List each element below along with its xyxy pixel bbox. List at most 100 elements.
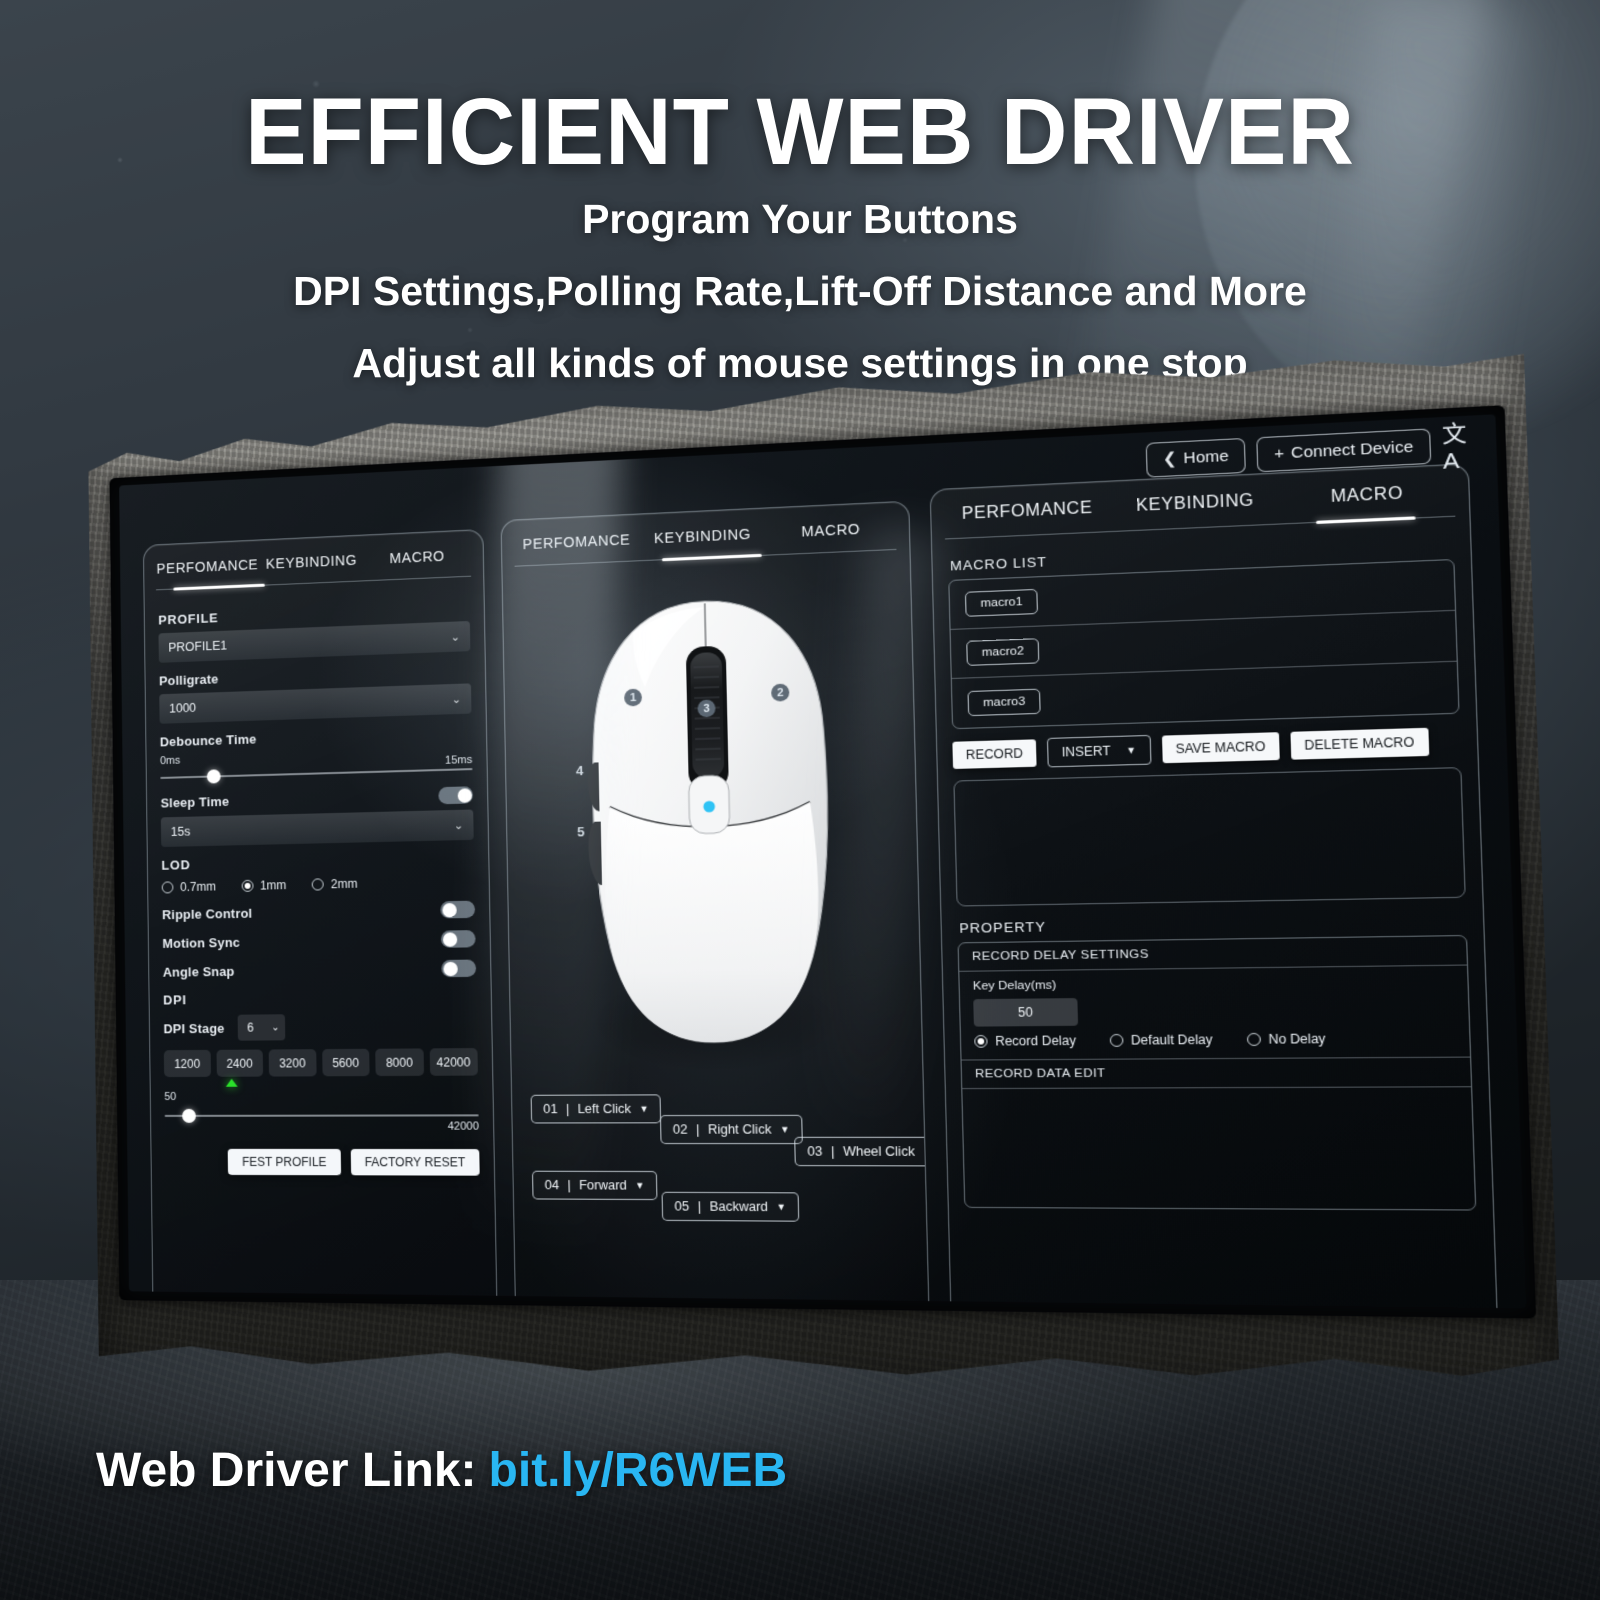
dpi-stage-select[interactable]: 6 ⌄ bbox=[238, 1014, 286, 1041]
record-delay-option[interactable]: Record Delay bbox=[974, 1033, 1076, 1049]
binding-sep: | bbox=[695, 1122, 700, 1137]
lod-option-0-7mm-label: 0.7mm bbox=[180, 879, 217, 895]
default-delay-option[interactable]: Default Delay bbox=[1109, 1032, 1213, 1048]
save-macro-button[interactable]: SAVE MACRO bbox=[1161, 732, 1280, 764]
chevron-down-icon: ⌄ bbox=[271, 1021, 280, 1033]
binding-chip-04[interactable]: 04 | Forward ▼ bbox=[531, 1170, 658, 1201]
radio-icon bbox=[241, 879, 254, 892]
chevron-down-icon: ▼ bbox=[639, 1103, 649, 1115]
binding-chip-02-id: 02 bbox=[672, 1122, 688, 1137]
polligrate-select[interactable]: 1000 ⌄ bbox=[159, 683, 472, 724]
motion-sync-label: Motion Sync bbox=[162, 934, 241, 951]
performance-action-row: FEST PROFILE FACTORY RESET bbox=[165, 1148, 480, 1176]
default-delay-label: Default Delay bbox=[1130, 1032, 1213, 1048]
motion-sync-toggle[interactable] bbox=[440, 930, 476, 948]
debounce-time-label: Debounce Time bbox=[159, 731, 257, 750]
binding-chip-01-id: 01 bbox=[543, 1101, 558, 1117]
no-delay-option[interactable]: No Delay bbox=[1246, 1031, 1326, 1047]
binding-sep: | bbox=[565, 1101, 570, 1117]
dpi-stage-row: DPI Stage 6 ⌄ bbox=[163, 1012, 477, 1041]
dpi-active-marker-icon bbox=[225, 1078, 238, 1087]
binding-sep: | bbox=[697, 1199, 702, 1214]
no-delay-label: No Delay bbox=[1268, 1031, 1326, 1047]
sleep-time-label: Sleep Time bbox=[160, 793, 230, 811]
key-delay-input[interactable]: 50 bbox=[973, 998, 1079, 1027]
chevron-down-icon: ▼ bbox=[923, 1146, 931, 1157]
record-delay-settings-body: Key Delay(ms) 50 Record Delay Default De… bbox=[959, 966, 1470, 1060]
lod-option-0-7mm[interactable]: 0.7mm bbox=[161, 879, 217, 895]
chevron-down-icon: ▼ bbox=[779, 1124, 790, 1135]
dpi-chip[interactable]: 2400 bbox=[216, 1049, 264, 1077]
binding-chip-03[interactable]: 03 | Wheel Click ▼ bbox=[794, 1136, 931, 1167]
hero-subtitle-2: DPI Settings,Polling Rate,Lift-Off Dista… bbox=[293, 268, 1307, 314]
macro-steps-area[interactable] bbox=[953, 767, 1466, 907]
ripple-control-toggle[interactable] bbox=[440, 900, 476, 919]
debounce-slider[interactable]: 0ms 15ms bbox=[160, 746, 473, 789]
sleep-time-select[interactable]: 15s ⌄ bbox=[160, 809, 474, 848]
dpi-chip-list: 1200 2400 3200 5600 8000 42000 bbox=[163, 1048, 478, 1087]
binding-sep: | bbox=[830, 1144, 835, 1159]
debounce-max-label: 15ms bbox=[444, 753, 473, 767]
poster-stage: EFFICIENT WEB DRIVER Program Your Button… bbox=[0, 0, 1600, 1600]
mouse-callout-4: 4 bbox=[575, 762, 584, 779]
binding-chip-01[interactable]: 01 | Left Click ▼ bbox=[530, 1094, 662, 1124]
angle-snap-toggle[interactable] bbox=[441, 959, 477, 978]
macro-panel-body: MACRO LIST macro1 macro2 macro3 RECORD I… bbox=[932, 516, 1493, 1219]
home-button[interactable]: ❮ Home bbox=[1145, 437, 1247, 478]
dpi-slider[interactable]: 50 bbox=[164, 1090, 479, 1125]
profile-select[interactable]: PROFILE1 ⌄ bbox=[158, 620, 471, 663]
macro-panel: PERFOMANCE KEYBINDING MACRO MACRO LIST m… bbox=[929, 463, 1500, 1309]
dpi-chip[interactable]: 5600 bbox=[321, 1048, 370, 1077]
profile-select-value: PROFILE1 bbox=[168, 638, 228, 655]
translate-icon[interactable]: 文A bbox=[1442, 421, 1478, 474]
lod-option-1mm-label: 1mm bbox=[259, 878, 287, 893]
dpi-slider-knob[interactable] bbox=[182, 1108, 196, 1123]
record-data-edit-area[interactable] bbox=[962, 1086, 1476, 1210]
record-button[interactable]: RECORD bbox=[952, 739, 1037, 770]
macro-name-chip: macro3 bbox=[967, 688, 1042, 716]
test-profile-button[interactable]: FEST PROFILE bbox=[228, 1148, 341, 1176]
dpi-chip[interactable]: 42000 bbox=[429, 1048, 478, 1076]
web-driver-link: Web Driver Link: bit.ly/R6WEB bbox=[96, 1443, 787, 1498]
chevron-down-icon: ⌄ bbox=[451, 693, 462, 706]
lod-option-2mm[interactable]: 2mm bbox=[311, 876, 358, 892]
mouse-illustration bbox=[502, 549, 841, 1072]
factory-reset-button[interactable]: FACTORY RESET bbox=[350, 1148, 480, 1176]
mouse-diagram: 1 2 3 4 5 bbox=[502, 549, 923, 1094]
lod-option-2mm-label: 2mm bbox=[330, 876, 358, 892]
radio-icon bbox=[974, 1034, 988, 1048]
web-driver-link-label: Web Driver Link: bbox=[96, 1444, 477, 1497]
macro-name-chip: macro2 bbox=[966, 638, 1040, 666]
monitor: ❮ Home + Connect Device 文A PERFOMANCE KE… bbox=[88, 344, 1561, 1397]
key-delay-label: Key Delay(ms) bbox=[972, 979, 1057, 993]
plus-icon: + bbox=[1273, 444, 1285, 463]
chevron-down-icon: ▼ bbox=[1126, 744, 1137, 756]
dpi-chip[interactable]: 1200 bbox=[163, 1049, 211, 1078]
binding-sep: | bbox=[567, 1177, 571, 1193]
radio-icon bbox=[311, 878, 325, 891]
dpi-label: DPI bbox=[163, 992, 187, 1008]
delete-macro-button[interactable]: DELETE MACRO bbox=[1290, 727, 1429, 760]
sleep-time-row: Sleep Time bbox=[161, 786, 474, 811]
web-driver-url[interactable]: bit.ly/R6WEB bbox=[489, 1444, 788, 1497]
macro-list: macro1 macro2 macro3 bbox=[948, 558, 1460, 730]
ripple-control-label: Ripple Control bbox=[161, 905, 253, 923]
insert-dropdown[interactable]: INSERT ▼ bbox=[1046, 734, 1152, 768]
binding-chip-04-id: 04 bbox=[544, 1177, 560, 1193]
binding-chip-02[interactable]: 02 | Right Click ▼ bbox=[659, 1114, 803, 1145]
motion-sync-row: Motion Sync bbox=[162, 930, 476, 952]
dpi-chip[interactable]: 8000 bbox=[375, 1048, 424, 1077]
mouse-callout-5: 5 bbox=[576, 824, 585, 840]
binding-chip-01-label: Left Click bbox=[577, 1101, 632, 1117]
chevron-down-icon: ⌄ bbox=[450, 630, 461, 644]
sleep-time-toggle[interactable] bbox=[438, 786, 474, 805]
performance-panel-body: PROFILE PROFILE1 ⌄ Polligrate 1000 ⌄ Deb… bbox=[144, 576, 494, 1186]
debounce-slider-knob[interactable] bbox=[206, 769, 221, 784]
radio-icon bbox=[1246, 1032, 1261, 1046]
binding-chip-05[interactable]: 05 | Backward ▼ bbox=[661, 1191, 800, 1222]
chevron-down-icon: ▼ bbox=[776, 1201, 787, 1213]
dpi-chip[interactable]: 3200 bbox=[268, 1049, 317, 1077]
lod-option-1mm[interactable]: 1mm bbox=[241, 878, 286, 893]
page-title: EFFICIENT WEB DRIVER bbox=[245, 79, 1355, 185]
angle-snap-label: Angle Snap bbox=[162, 963, 235, 980]
